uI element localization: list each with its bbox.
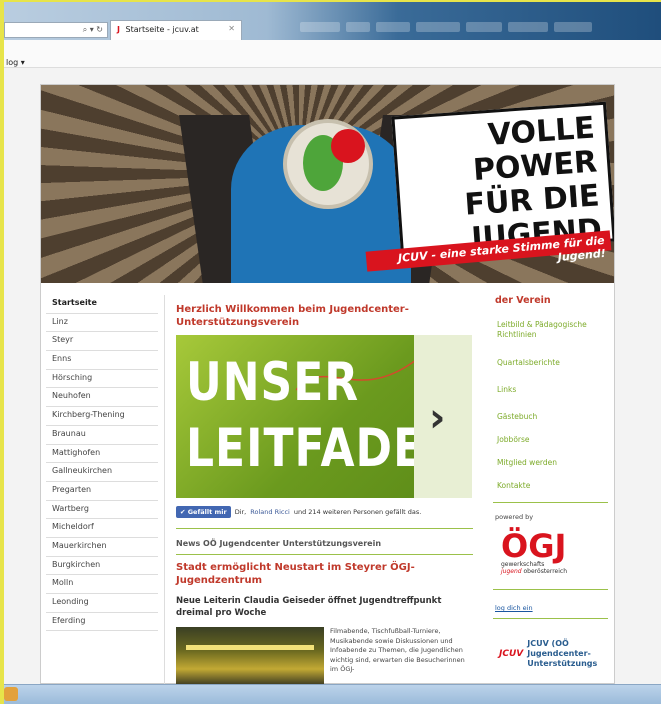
jcuv-logo-red bbox=[331, 129, 365, 163]
nav-item-micheldorf[interactable]: Micheldorf bbox=[46, 519, 158, 538]
nav-item-enns[interactable]: Enns bbox=[46, 351, 158, 370]
nav-item-eferding[interactable]: Eferding bbox=[46, 613, 158, 632]
toolbar-menu-item[interactable]: log ▾ bbox=[6, 58, 25, 67]
article-image[interactable] bbox=[176, 627, 324, 687]
article-text: Filmabende, Tischfußball-Turniere, Musik… bbox=[330, 627, 465, 673]
arrow-right-icon[interactable]: › bbox=[429, 395, 445, 441]
blurred-menu bbox=[300, 22, 592, 36]
leitfaden-banner[interactable]: UNSER LEITFADEN › bbox=[176, 335, 472, 498]
link-links[interactable]: Links bbox=[497, 385, 608, 394]
divider bbox=[176, 554, 473, 555]
left-navigation: Startseite Linz Steyr Enns Hörsching Neu… bbox=[46, 295, 165, 685]
favicon-icon: J bbox=[117, 25, 120, 34]
nav-item-kirchberg[interactable]: Kirchberg-Thening bbox=[46, 407, 158, 426]
welcome-title: Herzlich Willkommen beim Jugendcenter-Un… bbox=[176, 304, 409, 328]
close-tab-icon[interactable]: ✕ bbox=[228, 24, 235, 33]
news-heading: News OÖ Jugendcenter Unterstützungsverei… bbox=[176, 539, 382, 548]
nav-item-mauerkirchen[interactable]: Mauerkirchen bbox=[46, 538, 158, 557]
fb-name-link[interactable]: Roland Ricci bbox=[250, 508, 290, 516]
oegj-logo[interactable]: ÖGJ gewerkschafts jugend oberösterreich bbox=[501, 527, 591, 581]
tab-title: Startseite - jcuv.at bbox=[125, 25, 199, 34]
article-teaser: Filmabende, Tischfußball-Turniere, Musik… bbox=[176, 627, 473, 687]
nav-item-gallneukirchen[interactable]: Gallneukirchen bbox=[46, 463, 158, 482]
divider bbox=[493, 618, 608, 619]
article-title[interactable]: Stadt ermöglicht Neustart im Steyrer ÖGJ… bbox=[176, 561, 473, 587]
browser-toolbar: log ▾ bbox=[4, 40, 661, 68]
right-sidebar: der Verein Leitbild & Pädagogische Richt… bbox=[493, 295, 608, 669]
left-nav-separator bbox=[164, 295, 165, 685]
nav-item-mattighofen[interactable]: Mattighofen bbox=[46, 445, 158, 464]
link-leitbild[interactable]: Leitbild & Pädagogische Richtlinien bbox=[497, 320, 608, 340]
link-gaestebuch[interactable]: Gästebuch bbox=[497, 412, 608, 421]
nav-item-neuhofen[interactable]: Neuhofen bbox=[46, 388, 158, 408]
nav-item-braunau[interactable]: Braunau bbox=[46, 426, 158, 445]
fb-post: und 214 weiteren Personen gefällt das. bbox=[293, 508, 422, 516]
nav-item-wartberg[interactable]: Wartberg bbox=[46, 501, 158, 520]
address-icons[interactable]: ⌕ ▾ ↻ bbox=[83, 25, 103, 35]
leitfaden-word-1: UNSER bbox=[186, 351, 360, 414]
divider bbox=[493, 589, 608, 590]
nav-item-steyr[interactable]: Steyr bbox=[46, 332, 158, 352]
powered-by-label: powered by bbox=[495, 513, 534, 521]
nav-item-leonding[interactable]: Leonding bbox=[46, 594, 158, 613]
nav-item-molln[interactable]: Molln bbox=[46, 575, 158, 594]
link-quartalsberichte[interactable]: Quartalsberichte bbox=[497, 358, 608, 367]
nav-item-startseite[interactable]: Startseite bbox=[46, 295, 158, 314]
browser-tab[interactable]: J Startseite - jcuv.at ✕ bbox=[110, 20, 242, 40]
link-jobboerse[interactable]: Jobbörse bbox=[497, 435, 608, 444]
site-container: VOLLE POWER FÜR DIE JUGEND JCUV - eine s… bbox=[40, 84, 615, 687]
jcuv-promo[interactable]: JCUV JCUV (OÖ Jugendcenter-Unterstützung… bbox=[493, 639, 608, 669]
login-link[interactable]: log dich ein bbox=[495, 604, 608, 612]
sidebar-title: der Verein bbox=[495, 295, 551, 306]
divider bbox=[493, 502, 608, 503]
taskbar bbox=[0, 684, 661, 704]
jcuv-promo-text: JCUV (OÖ Jugendcenter-Unterstützungs bbox=[527, 639, 598, 668]
facebook-like-row: ✔ Gefällt mir Dir, Roland Ricci und 214 … bbox=[176, 506, 473, 518]
article-subtitle: Neue Leiterin Claudia Geiseder öffnet Ju… bbox=[176, 596, 442, 618]
nav-item-linz[interactable]: Linz bbox=[46, 314, 158, 333]
link-mitglied-werden[interactable]: Mitglied werden bbox=[497, 458, 608, 467]
oegj-letters: ÖGJ bbox=[501, 527, 567, 565]
taskbar-app-icon[interactable] bbox=[4, 687, 18, 701]
header-banner: VOLLE POWER FÜR DIE JUGEND JCUV - eine s… bbox=[41, 85, 614, 283]
nav-item-hoersching[interactable]: Hörsching bbox=[46, 370, 158, 389]
divider bbox=[176, 528, 473, 529]
nav-item-pregarten[interactable]: Pregarten bbox=[46, 482, 158, 501]
main-content: Herzlich Willkommen beim Jugendcenter-Un… bbox=[176, 303, 473, 687]
jcuv-mini-logo: JCUV bbox=[499, 649, 524, 659]
nav-item-burgkirchen[interactable]: Burgkirchen bbox=[46, 557, 158, 576]
address-bar[interactable]: ⌕ ▾ ↻ bbox=[4, 22, 108, 38]
fb-pre: Dir, bbox=[234, 508, 247, 516]
link-kontakte[interactable]: Kontakte bbox=[497, 481, 608, 490]
like-button[interactable]: ✔ Gefällt mir bbox=[176, 506, 231, 518]
